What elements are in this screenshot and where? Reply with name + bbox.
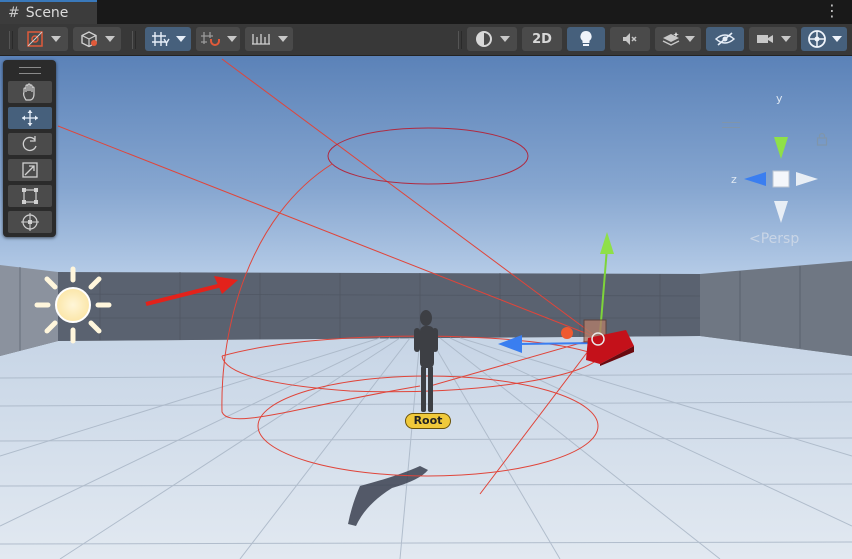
toggle-2d-label: 2D: [532, 31, 552, 47]
rect-icon: [22, 188, 38, 204]
lighting-toggle[interactable]: [567, 27, 605, 51]
svg-text:y: y: [776, 92, 783, 105]
increment-snap-dropdown[interactable]: [196, 27, 240, 51]
tools-drag-handle[interactable]: [19, 67, 41, 74]
effects-icon: [662, 32, 680, 46]
directional-light-icon: [34, 266, 112, 344]
render-mode-dropdown[interactable]: [467, 27, 517, 51]
toolbar-grip[interactable]: [458, 31, 462, 49]
root-object-label[interactable]: Root: [405, 413, 451, 429]
transform-tool-button[interactable]: [8, 211, 52, 233]
scene-viewport[interactable]: y z <Persp: [0, 56, 852, 559]
chevron-down-icon: [176, 36, 186, 42]
tab-scene[interactable]: # Scene: [0, 0, 97, 24]
projection-toggle[interactable]: <Persp: [749, 231, 799, 247]
camera-dropdown[interactable]: [749, 27, 797, 51]
cube-icon: [81, 31, 97, 48]
toggle-2d-button[interactable]: 2D: [522, 27, 562, 51]
hash-icon: #: [8, 5, 20, 21]
rect-tool-button[interactable]: [8, 185, 52, 207]
tab-bar: # Scene ⋮: [0, 0, 852, 24]
audio-mute-icon: [623, 33, 637, 45]
lock-icon[interactable]: [816, 132, 828, 146]
kebab-menu-icon[interactable]: ⋮: [824, 3, 840, 19]
grid-snap-icon: [152, 32, 170, 46]
shading-mode-icon: [27, 31, 43, 47]
scene-toolbar: 2D: [0, 24, 852, 56]
gizmos-dropdown[interactable]: [801, 27, 847, 51]
projection-label: Persp: [760, 231, 800, 247]
draw-mode-dropdown[interactable]: [18, 27, 68, 51]
toolbar-grip[interactable]: [9, 31, 13, 49]
scene-visibility-toggle[interactable]: [706, 27, 744, 51]
scene-render: y z: [0, 56, 852, 559]
chevron-down-icon: [832, 36, 842, 42]
transform-icon: [21, 213, 39, 231]
scale-icon: [22, 162, 38, 178]
gizmo-globe-icon: [808, 30, 826, 48]
rotate-icon: [22, 136, 37, 152]
hand-tool-button[interactable]: [8, 81, 52, 103]
chevron-down-icon: [278, 36, 288, 42]
toolbar-grip[interactable]: [132, 31, 136, 49]
grid-snap-toggle[interactable]: [145, 27, 191, 51]
svg-text:z: z: [731, 173, 737, 186]
chevron-down-icon: [781, 36, 791, 42]
lightbulb-icon: [580, 30, 592, 46]
scale-tool-button[interactable]: [8, 159, 52, 181]
move-tool-button[interactable]: [8, 107, 52, 129]
chevron-down-icon: [227, 36, 237, 42]
camera-icon: [757, 35, 773, 43]
scene-window: # Scene ⋮ 2D y z <Persp Root: [0, 0, 852, 559]
tab-scene-label: Scene: [25, 5, 69, 21]
chevron-down-icon: [105, 36, 115, 42]
chevron-left-icon: <: [749, 231, 761, 247]
move-icon: [22, 110, 38, 126]
chevron-down-icon: [51, 36, 61, 42]
hand-icon: [23, 83, 35, 101]
rotate-tool-button[interactable]: [8, 133, 52, 155]
hidden-eye-icon: [714, 32, 736, 46]
ruler-icon: [252, 34, 270, 45]
snap-increment-icon: [201, 32, 220, 46]
audio-toggle[interactable]: [610, 27, 650, 51]
render-mode-icon: [476, 31, 492, 47]
tools-overlay: [3, 60, 56, 237]
chevron-down-icon: [500, 36, 510, 42]
orientation-gizmo-handle[interactable]: [722, 122, 740, 128]
gizmo-view-dropdown[interactable]: [73, 27, 121, 51]
effects-dropdown[interactable]: [655, 27, 701, 51]
ruler-dropdown[interactable]: [245, 27, 293, 51]
chevron-down-icon: [685, 36, 695, 42]
